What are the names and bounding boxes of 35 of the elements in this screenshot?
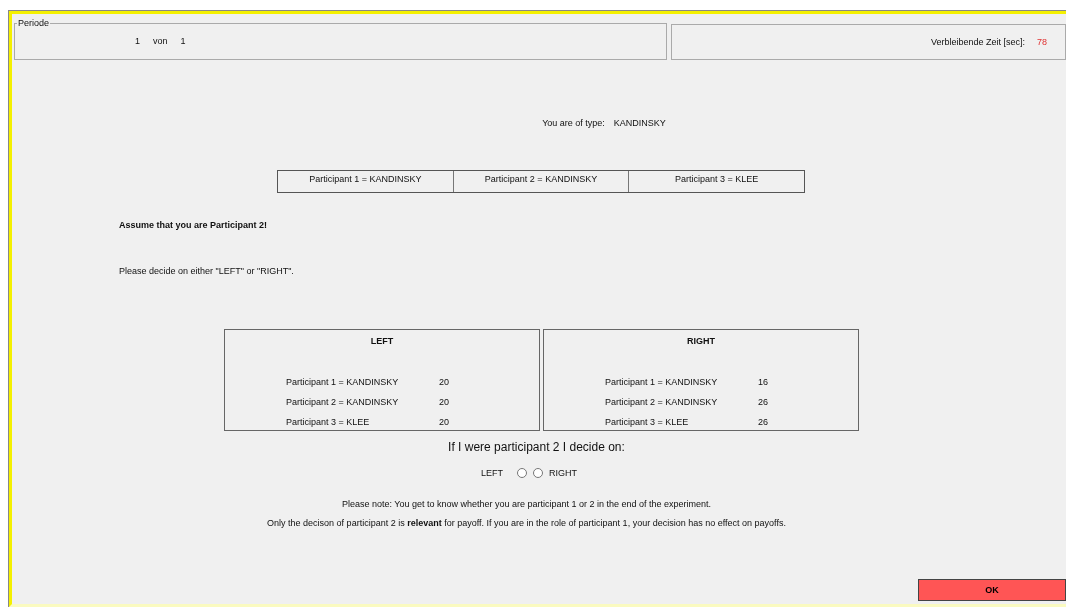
period-legend: Periode	[17, 18, 51, 28]
radio-button[interactable]	[517, 468, 527, 478]
question-text: If I were participant 2 I decide on:	[447, 440, 626, 454]
timer-label: Verbleibende Zeit [sec]:	[930, 37, 1025, 47]
table-cell-text: Participant 1 = KANDINSKY	[308, 173, 423, 186]
payoff-title: RIGHT	[686, 336, 716, 346]
instruction-text: Please decide on either "LEFT" or "RIGHT".	[119, 266, 295, 276]
choice-label: RIGHT	[549, 468, 577, 478]
table-cell: Participant 2 = KANDINSKY	[452, 171, 629, 192]
participant-label: Participant 3 = KLEE	[286, 417, 371, 427]
payoff-value: 26	[758, 397, 768, 407]
assume-text: Assume that you are Participant 2!	[119, 220, 269, 230]
note-text: Please note: You get to know whether you are participant 1 or 2 in the end of the experiment.	[341, 499, 712, 509]
table-cell: Participant 3 = KLEE	[628, 171, 804, 192]
note-text: Only the decison of participant 2 is relevant for payoff. If you are in the role of participant 1, your decision has no effect on payoffs.	[267, 518, 786, 528]
period-separator: von	[153, 36, 168, 46]
type-label: You are of type:	[542, 118, 605, 128]
timer-value: 78	[1037, 37, 1047, 47]
participant-label: Participant 1 = KANDINSKY	[605, 377, 719, 387]
participant-label: Participant 3 = KLEE	[605, 417, 690, 427]
payoff-value: 16	[758, 377, 768, 387]
participant-label: Participant 1 = KANDINSKY	[286, 377, 400, 387]
payoff-value: 20	[439, 417, 449, 427]
payoff-title: LEFT	[369, 336, 395, 346]
period-total: 1	[180, 36, 186, 46]
payoff-value: 20	[439, 397, 449, 407]
payoff-value: 20	[439, 377, 449, 387]
choice-label: LEFT	[481, 468, 503, 478]
ok-button[interactable]: OK	[918, 579, 1066, 601]
participant-label: Participant 2 = KANDINSKY	[605, 397, 719, 407]
period-current: 1	[135, 36, 140, 46]
payoff-value: 26	[758, 417, 768, 427]
radio-button[interactable]	[533, 468, 543, 478]
type-value: KANDINSKY	[613, 118, 666, 128]
participant-label: Participant 2 = KANDINSKY	[286, 397, 400, 407]
